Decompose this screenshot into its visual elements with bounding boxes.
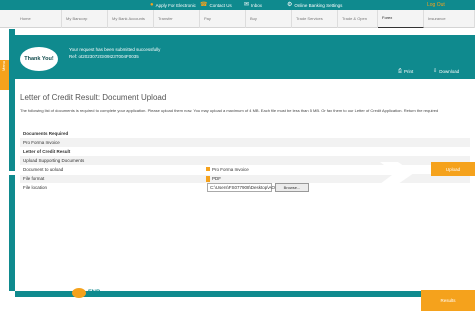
arrow-pointer-icon bbox=[0, 162, 414, 184]
main-nav: Home My Bancorp My Bank Accounts Transfe… bbox=[0, 10, 475, 28]
contact-link-label: Contact Us bbox=[209, 2, 232, 8]
mail-icon: ✉ bbox=[244, 2, 250, 8]
browse-button[interactable]: Browse... bbox=[275, 183, 309, 192]
apply-link-label: Apply For Electronic bbox=[155, 2, 196, 8]
confirmation-message: Your request has been submitted successf… bbox=[69, 47, 161, 52]
nav-buy[interactable]: Buy bbox=[246, 10, 292, 28]
download-label: Download bbox=[439, 68, 460, 74]
apply-link[interactable]: ● Apply For Electronic bbox=[150, 1, 196, 9]
logo-text: FNB bbox=[88, 290, 101, 296]
instructions-text: The following list of documents is requi… bbox=[20, 108, 439, 113]
footer-action: Results bbox=[421, 290, 475, 311]
footer bbox=[0, 297, 475, 311]
print-button[interactable]: ⎙ Print bbox=[398, 68, 413, 74]
inbox-link-label: Inbox bbox=[251, 2, 263, 8]
side-menu-tab[interactable]: Menu bbox=[0, 60, 9, 90]
side-menu-label: Menu bbox=[1, 60, 6, 71]
nav-transfer[interactable]: Transfer bbox=[154, 10, 200, 28]
nav-home[interactable]: Home bbox=[16, 10, 62, 28]
location-pin-icon: ● bbox=[150, 2, 154, 8]
page-title: Letter of Credit Result: Document Upload bbox=[20, 93, 167, 102]
settings-link[interactable]: ⚙ Online Banking Settings bbox=[287, 1, 342, 9]
section-lc-result: Letter of Credit Result bbox=[20, 147, 470, 156]
printer-icon: ⎙ bbox=[398, 68, 403, 74]
settings-link-label: Online Banking Settings bbox=[294, 2, 343, 8]
section-label: Letter of Credit Result bbox=[23, 149, 71, 154]
gear-icon: ⚙ bbox=[287, 2, 293, 8]
top-bar: ● Apply For Electronic ☎ Contact Us ✉ In… bbox=[0, 0, 475, 10]
thank-you-bubble: Thank You! bbox=[20, 47, 58, 71]
reference-number: Ref: ot2023072GI09I23T004F0035 bbox=[69, 54, 139, 59]
file-path-input[interactable]: C:\Users\FS077908\Desktop\AO bbox=[207, 183, 275, 192]
nav-forex[interactable]: Forex bbox=[378, 10, 424, 28]
nav-my-bancorp[interactable]: My Bancorp bbox=[62, 10, 108, 28]
nav-my-bank-accounts[interactable]: My Bank Accounts bbox=[108, 10, 154, 28]
file-location-row: File location C:\Users\FS077908\Desktop\… bbox=[20, 183, 470, 192]
upload-button[interactable]: Upload bbox=[431, 162, 475, 176]
main-content: Letter of Credit Result: Document Upload… bbox=[15, 79, 475, 292]
download-button[interactable]: ⇩ Download bbox=[433, 68, 459, 74]
list-item: Pro Forma Invoice bbox=[20, 138, 470, 147]
nav-trade-open[interactable]: Trade & Open bbox=[338, 10, 378, 28]
section-label: Documents Required bbox=[23, 131, 69, 136]
print-label: Print bbox=[404, 68, 414, 74]
section-documents-required: Documents Required bbox=[20, 129, 470, 138]
fnb-logo: FNB bbox=[72, 288, 100, 298]
contact-link[interactable]: ☎ Contact Us bbox=[200, 1, 232, 9]
download-icon: ⇩ bbox=[433, 68, 438, 74]
inbox-link[interactable]: ✉ Inbox bbox=[244, 1, 262, 9]
field-label: File location bbox=[23, 185, 48, 190]
results-button[interactable]: Results bbox=[421, 290, 475, 311]
logoff-link[interactable]: Log Out bbox=[427, 2, 445, 8]
nav-insurance[interactable]: Insurance bbox=[424, 10, 475, 28]
nav-pay[interactable]: Pay bbox=[200, 10, 246, 28]
document-name: Pro Forma Invoice bbox=[23, 140, 60, 145]
tree-logo-icon bbox=[72, 288, 86, 298]
phone-icon: ☎ bbox=[200, 2, 208, 8]
nav-trade-services[interactable]: Trade Services bbox=[292, 10, 338, 28]
